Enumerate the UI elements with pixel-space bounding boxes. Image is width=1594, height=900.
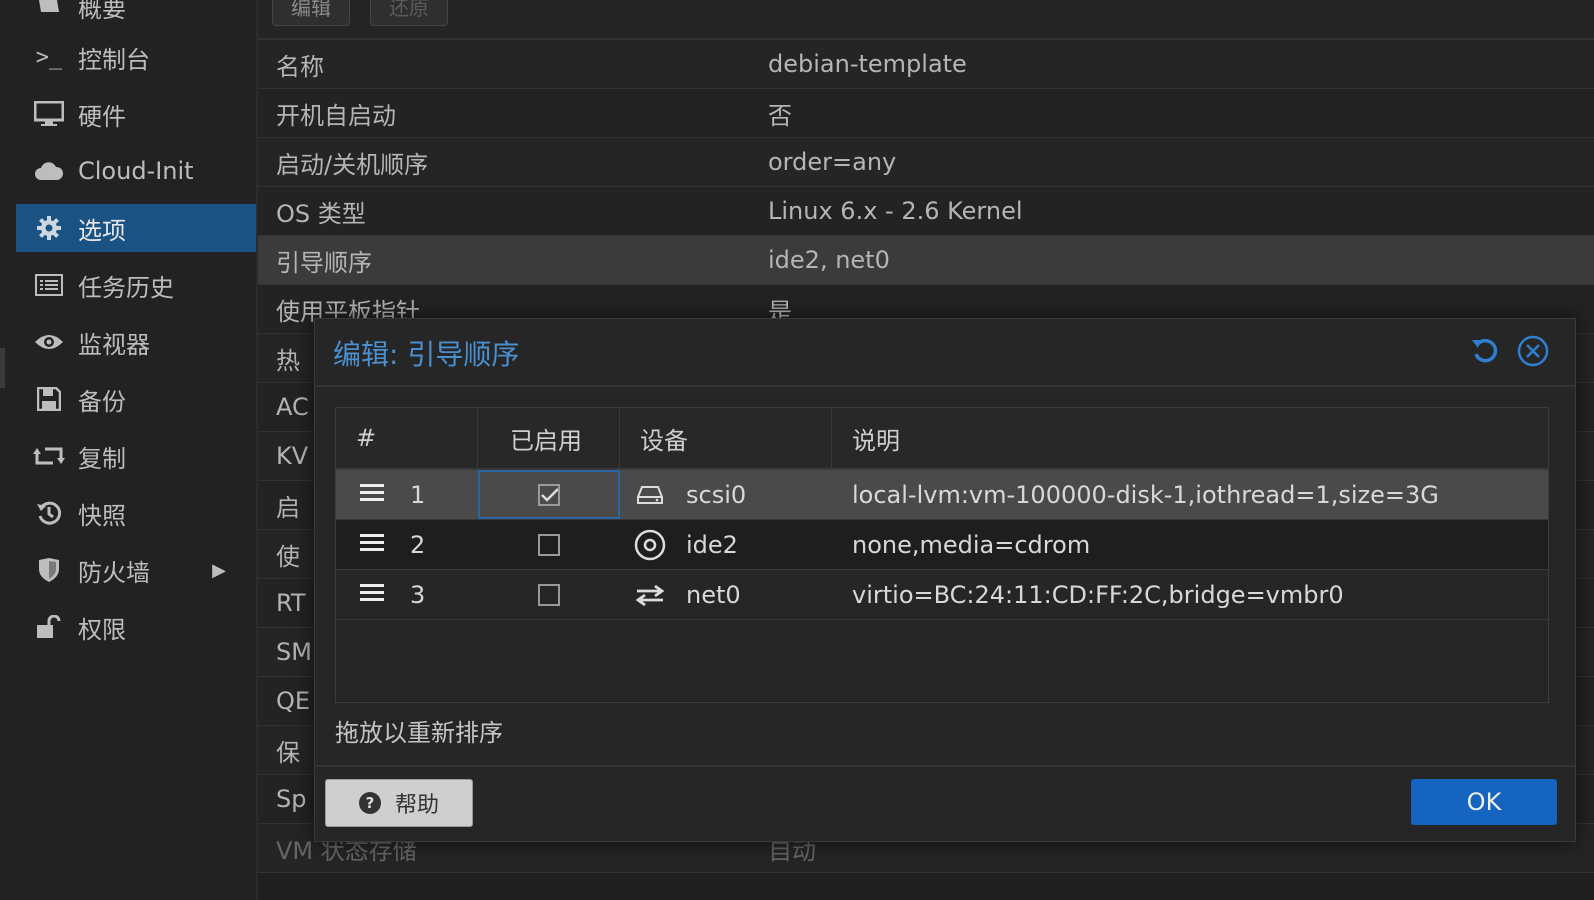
device-description: none,media=cdrom: [852, 530, 1091, 559]
row-number: 3: [410, 580, 426, 609]
column-header-number[interactable]: #: [336, 408, 478, 468]
enabled-cell: [478, 520, 620, 569]
sidebar-item-label: 任务历史: [78, 273, 174, 302]
device-name: net0: [686, 580, 741, 609]
table-row[interactable]: 1 scsi0 local-lvm:vm-100000-disk-1,iothr…: [336, 470, 1548, 520]
dialog-header-divider: [315, 385, 1575, 387]
floppy-icon: [32, 387, 66, 411]
sidebar-item-monitor[interactable]: 监视器: [16, 318, 256, 366]
sidebar-item-label: 防火墙: [78, 558, 150, 587]
list-icon: [32, 274, 66, 296]
sidebar-item-label: 监视器: [78, 330, 150, 359]
sidebar: 概要 >_ 控制台 硬件 Cloud-Init 选项 任务历史 监视器 备份 复…: [0, 0, 258, 900]
shield-icon: [32, 557, 66, 583]
column-header-enabled[interactable]: 已启用: [478, 408, 620, 468]
close-icon[interactable]: [1517, 335, 1549, 367]
cdrom-icon: [634, 529, 666, 561]
device-description: virtio=BC:24:11:CD:FF:2C,bridge=vmbr0: [852, 580, 1344, 609]
monitor-icon: [32, 101, 66, 127]
summary-icon: [32, 0, 66, 16]
retweet-icon: [32, 445, 66, 467]
sidebar-item-label: 备份: [78, 387, 126, 416]
device-name: scsi0: [686, 480, 747, 509]
edit-boot-order-dialog: 编辑: 引导顺序 # 已启用 设备 说明 1 scsi0 local-lvm:v: [314, 318, 1576, 842]
sidebar-item-backup[interactable]: 备份: [16, 375, 256, 423]
options-toolbar: 编辑 还原: [258, 0, 1594, 40]
sidebar-item-label: 概要: [78, 0, 126, 23]
sidebar-item-firewall[interactable]: 防火墙 ▶: [16, 546, 256, 594]
options-row[interactable]: OS 类型 Linux 6.x - 2.6 Kernel: [258, 187, 1594, 236]
sidebar-item-permissions[interactable]: 权限: [16, 603, 256, 651]
sidebar-item-snapshots[interactable]: 快照: [16, 489, 256, 537]
unlock-icon: [32, 615, 66, 639]
options-row[interactable]: 名称 debian-template: [258, 40, 1594, 89]
sidebar-item-task-history[interactable]: 任务历史: [16, 261, 256, 309]
help-button[interactable]: ? 帮助: [325, 779, 473, 827]
row-number: 1: [410, 480, 426, 509]
revert-button[interactable]: 还原: [370, 0, 448, 26]
device-name: ide2: [686, 530, 738, 559]
cloud-icon: [32, 160, 66, 182]
hdd-icon: [634, 485, 666, 505]
sidebar-item-label: 复制: [78, 444, 126, 473]
sidebar-item-label: 快照: [78, 501, 126, 530]
drag-reorder-hint: 拖放以重新排序: [335, 719, 503, 747]
expand-arrow-icon[interactable]: ▶: [212, 560, 226, 581]
sidebar-item-cloud-init[interactable]: Cloud-Init: [16, 147, 256, 195]
sidebar-item-console[interactable]: >_ 控制台: [16, 33, 256, 81]
sidebar-item-summary[interactable]: 概要: [16, 0, 256, 30]
options-row-selected[interactable]: 引导顺序 ide2, net0: [258, 236, 1594, 285]
device-description: local-lvm:vm-100000-disk-1,iothread=1,si…: [852, 480, 1439, 509]
sidebar-item-replication[interactable]: 复制: [16, 432, 256, 480]
reset-icon[interactable]: [1469, 335, 1501, 367]
help-button-label: 帮助: [394, 793, 439, 818]
enabled-cell: [478, 470, 620, 519]
question-icon: ?: [358, 792, 381, 814]
terminal-icon: >_: [35, 44, 63, 70]
network-exchange-icon: [634, 584, 666, 606]
ok-button[interactable]: OK: [1411, 779, 1557, 825]
sidebar-item-label: 硬件: [78, 102, 126, 131]
dialog-footer-divider: [315, 765, 1575, 767]
sidebar-item-label: 控制台: [78, 45, 150, 74]
sidebar-item-hardware[interactable]: 硬件: [16, 90, 256, 138]
drag-handle-icon[interactable]: [360, 481, 384, 509]
sidebar-item-label: 选项: [78, 216, 126, 245]
eye-icon: [32, 332, 66, 352]
table-row[interactable]: 2 ide2 none,media=cdrom: [336, 520, 1548, 570]
column-header-device[interactable]: 设备: [620, 408, 832, 468]
enabled-cell: [478, 570, 620, 619]
drag-handle-icon[interactable]: [360, 581, 384, 609]
enabled-checkbox[interactable]: [538, 583, 560, 606]
history-icon: [32, 500, 66, 526]
enabled-checkbox[interactable]: [538, 483, 560, 506]
sidebar-item-label: Cloud-Init: [78, 157, 194, 185]
sidebar-item-options[interactable]: 选项: [16, 204, 256, 252]
edit-button[interactable]: 编辑: [272, 0, 350, 26]
table-header: # 已启用 设备 说明: [336, 408, 1548, 470]
options-row[interactable]: 启动/关机顺序 order=any: [258, 138, 1594, 187]
drag-handle-icon[interactable]: [360, 531, 384, 559]
sidebar-scroll-edge: [0, 348, 5, 388]
dialog-title: 编辑: 引导顺序: [333, 338, 520, 371]
gear-icon: [32, 215, 66, 241]
sidebar-item-label: 权限: [78, 615, 126, 644]
table-row[interactable]: 3 net0 virtio=BC:24:11:CD:FF:2C,bridge=v…: [336, 570, 1548, 620]
enabled-checkbox[interactable]: [538, 533, 560, 556]
row-number: 2: [410, 530, 426, 559]
boot-order-table: # 已启用 设备 说明 1 scsi0 local-lvm:vm-100000-…: [335, 407, 1549, 703]
options-row[interactable]: 开机自启动否: [258, 89, 1594, 138]
column-header-description[interactable]: 说明: [832, 408, 1548, 468]
